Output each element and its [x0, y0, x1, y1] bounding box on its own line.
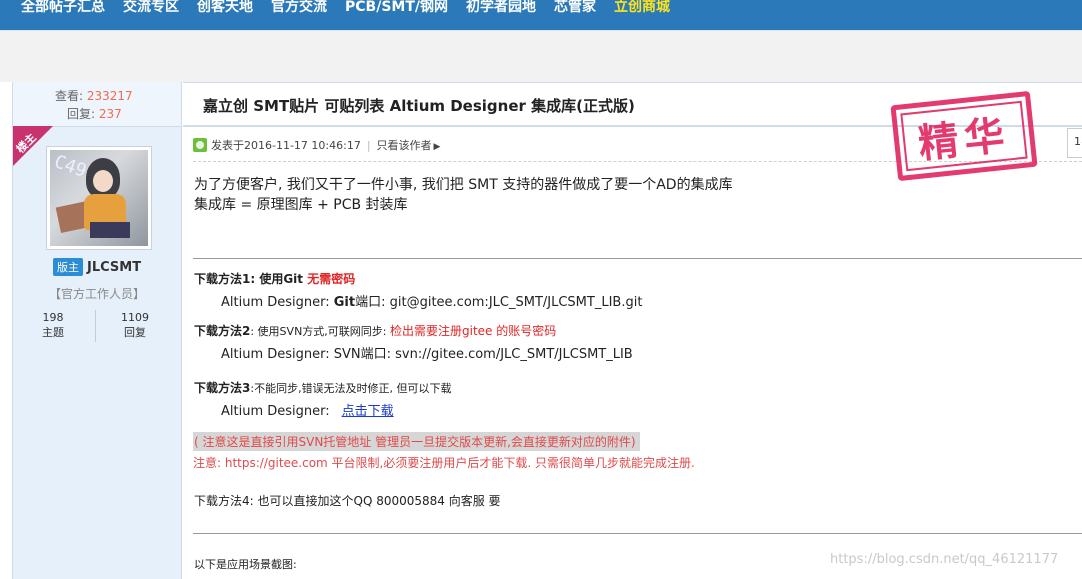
author-name-row: 版主 JLCSMT	[53, 258, 141, 276]
nav-item-discussion[interactable]: 交流专区	[114, 0, 188, 18]
online-status-icon	[193, 138, 207, 152]
author-only-link[interactable]: 只看该作者 ▶	[377, 137, 441, 153]
gitee-notice: 注意: https://gitee.com 平台限制,必须要注册用户后才能下载.…	[193, 456, 695, 470]
topics-label: 主题	[42, 326, 64, 339]
download-method-4: 下载方法4: 也可以直接加这个QQ 800005884 向客服 要	[194, 494, 501, 508]
views-label: 查看:	[55, 89, 84, 103]
top-navigation: 全部帖子汇总 交流专区 创客天地 官方交流 PCB/SMT/钢网 初学者园地 芯…	[0, 0, 1082, 30]
views-stat: 查看: 233217	[55, 87, 133, 104]
method-text: :不能同步,错误无法及时修正, 但可以下载	[250, 382, 452, 395]
method-detail-bold: Git	[333, 295, 356, 310]
floor-number[interactable]: 1#	[1067, 128, 1082, 158]
author-replies-label: 回复	[124, 326, 146, 339]
avatar-decoration	[90, 222, 130, 238]
nav-item-maker[interactable]: 创客天地	[188, 0, 262, 18]
method-detail-prefix: Altium Designer:	[221, 295, 334, 310]
method-text: : 使用SVN方式,可联网同步:	[250, 325, 390, 338]
method-text: 使用Git	[255, 272, 308, 286]
replies-count: 237	[98, 107, 122, 121]
content-divider	[193, 258, 1082, 259]
avatar-image: C49	[50, 150, 148, 246]
author-column: 查看: 233217 回复: 237 楼主 C49 版主 JLCSMT 【官方工…	[12, 82, 182, 579]
method-detail: Altium Designer: 点击下载	[194, 400, 452, 419]
author-title: 【官方工作人员】	[48, 287, 145, 301]
replies-label: 回复:	[67, 107, 96, 121]
post-intro: 为了方便客户, 我们又干了一件小事, 我们把 SMT 支持的器件做成了要一个AD…	[194, 175, 733, 215]
author-name[interactable]: JLCSMT	[87, 260, 141, 275]
nav-item-beginner[interactable]: 初学者园地	[457, 0, 545, 18]
meta-separator: |	[366, 138, 371, 152]
nav-item-mall[interactable]: 立创商城	[605, 0, 679, 18]
nav-item-official[interactable]: 官方交流	[262, 0, 336, 18]
method-detail-rest: 端口: git@gitee.com:JLC_SMT/JLCSMT_LIB.git	[355, 295, 643, 310]
caret-right-icon: ▶	[433, 142, 441, 152]
post-meta: 发表于2016-11-17 10:46:17 | 只看该作者 ▶	[193, 137, 440, 153]
author-replies[interactable]: 1109 回复	[105, 310, 165, 340]
counts-divider	[95, 310, 96, 342]
nav-item-all-posts[interactable]: 全部帖子汇总	[12, 0, 114, 18]
method-detail-prefix: Altium Designer:	[221, 404, 330, 419]
intro-line: 为了方便客户, 我们又干了一件小事, 我们把 SMT 支持的器件做成了要一个AD…	[194, 177, 733, 193]
featured-stamp-label: 精华	[916, 111, 1013, 168]
moderator-badge: 版主	[53, 258, 83, 276]
avatar[interactable]: C49	[46, 146, 152, 250]
topics-count: 198	[42, 311, 64, 324]
author-counts: 198 主题 1109 回复	[13, 310, 181, 342]
featured-stamp: 精华	[890, 90, 1038, 182]
avatar-decoration: C49	[51, 151, 90, 182]
nav-items: 全部帖子汇总 交流专区 创客天地 官方交流 PCB/SMT/钢网 初学者园地 芯…	[12, 0, 679, 18]
author-topics[interactable]: 198 主题	[23, 310, 83, 340]
method-note: 无需密码	[307, 272, 356, 286]
svn-notice: ( 注意这是直接引用SVN托管地址 管理员一旦提交版本更新,会直接更新对应的附件…	[193, 432, 640, 451]
intro-line: 集成库 = 原理图库 + PCB 封装库	[194, 197, 408, 213]
download-method-1: 下载方法1: 使用Git 无需密码 Altium Designer: Git端口…	[194, 268, 642, 310]
nav-item-xinguanjia[interactable]: 芯管家	[545, 0, 605, 18]
method-label: 下载方法3	[194, 381, 251, 395]
post-date: 发表于2016-11-17 10:46:17	[211, 139, 361, 152]
screenshot-caption: 以下是应用场景截图:	[194, 558, 297, 571]
author-only-label: 只看该作者	[376, 139, 432, 152]
thread-stats: 查看: 233217 回复: 237	[13, 82, 181, 127]
method-detail: Altium Designer: SVN端口: svn://gitee.com/…	[221, 347, 633, 362]
header-band	[0, 30, 1082, 82]
views-count: 233217	[86, 89, 133, 103]
author-replies-count: 1109	[121, 311, 149, 324]
download-method-3: 下载方法3:不能同步,错误无法及时修正, 但可以下载 Altium Design…	[194, 377, 452, 419]
download-method-2: 下载方法2: 使用SVN方式,可联网同步: 检出需要注册gitee 的账号密码 …	[194, 320, 633, 362]
content-divider	[193, 533, 1082, 534]
post-title: 嘉立创 SMT贴片 可贴列表 Altium Designer 集成库(正式版)	[203, 97, 635, 115]
method-label: 下载方法1:	[194, 272, 256, 286]
method-detail: Altium Designer: Git端口: git@gitee.com:JL…	[194, 291, 642, 310]
method-note: 检出需要注册gitee 的账号密码	[390, 324, 557, 338]
avatar-decoration	[93, 170, 113, 192]
replies-stat: 回复: 237	[67, 105, 122, 122]
method-label: 下载方法2	[194, 324, 251, 338]
watermark: https://blog.csdn.net/qq_46121177	[830, 552, 1059, 567]
download-link[interactable]: 点击下载	[342, 404, 394, 419]
nav-item-pcb-smt[interactable]: PCB/SMT/钢网	[336, 0, 457, 18]
